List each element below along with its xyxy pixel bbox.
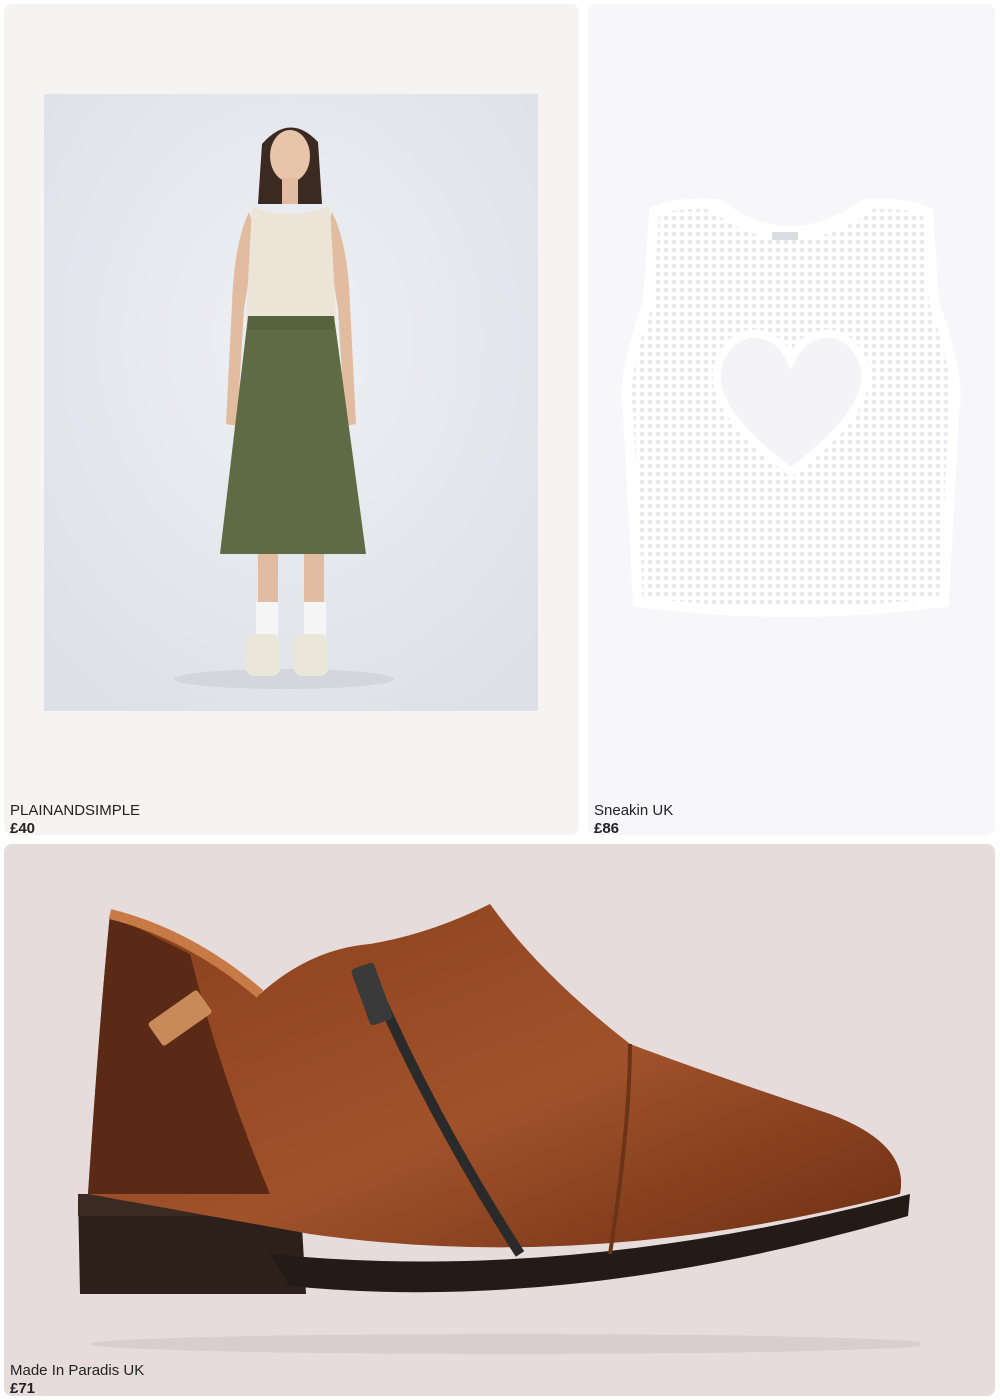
- brand-name: Sneakin UK: [594, 802, 674, 819]
- product-image[interactable]: [70, 894, 920, 1354]
- price: £40: [10, 820, 36, 835]
- product-image[interactable]: [44, 94, 538, 711]
- price: £71: [10, 1380, 36, 1396]
- product-card-shoe[interactable]: Made In Paradis UK £71: [4, 844, 995, 1396]
- product-card-skirt[interactable]: PLAINANDSIMPLE £40: [4, 4, 579, 835]
- price: £86: [594, 820, 620, 835]
- brand-name: PLAINANDSIMPLE: [10, 802, 141, 819]
- brand-name: Made In Paradis UK: [10, 1362, 145, 1379]
- product-image[interactable]: [614, 182, 968, 622]
- product-card-vest[interactable]: Sneakin UK £86: [588, 4, 995, 835]
